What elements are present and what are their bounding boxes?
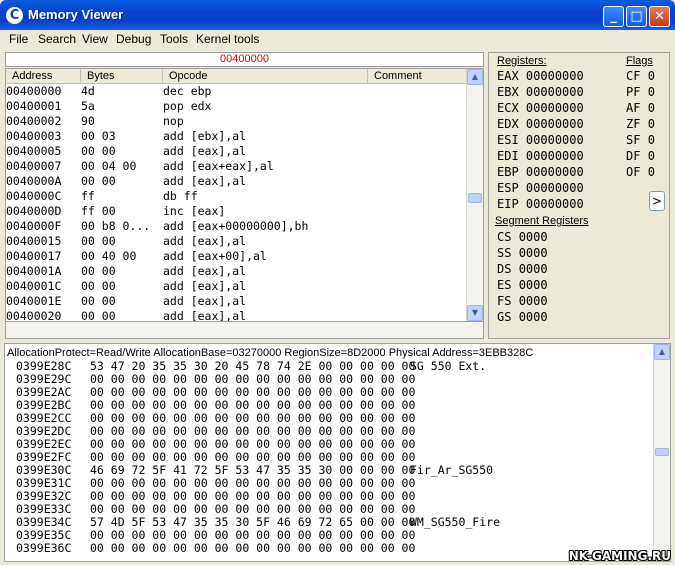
cheat-engine-icon: C bbox=[6, 7, 23, 24]
scroll-up-icon[interactable]: ▲ bbox=[467, 69, 483, 85]
segment-cs[interactable]: CS 0000 bbox=[497, 230, 548, 244]
table-row[interactable]: 0040001C 00 00 add [eax],al bbox=[6, 279, 468, 294]
menu-file[interactable]: File bbox=[9, 32, 28, 46]
flag-af[interactable]: AF 0 bbox=[626, 101, 655, 115]
register-eax[interactable]: EAX 00000000 bbox=[497, 69, 584, 83]
flag-sf[interactable]: SF 0 bbox=[626, 133, 655, 147]
flag-df[interactable]: DF 0 bbox=[626, 149, 655, 163]
segment-fs[interactable]: FS 0000 bbox=[497, 294, 548, 308]
table-row[interactable]: 0040000F 00 b8 0... add [eax+00000000],bh bbox=[6, 219, 468, 234]
table-row[interactable]: 00400007 00 04 00 add [eax+eax],al bbox=[6, 159, 468, 174]
segment-ds[interactable]: DS 0000 bbox=[497, 262, 548, 276]
scroll-thumb[interactable] bbox=[468, 193, 482, 203]
register-edi[interactable]: EDI 00000000 bbox=[497, 149, 584, 163]
flag-cf[interactable]: CF 0 bbox=[626, 69, 655, 83]
flag-zf[interactable]: ZF 0 bbox=[626, 117, 655, 131]
hex-scrollbar[interactable]: ▲ bbox=[653, 344, 670, 561]
scroll-down-icon[interactable]: ▼ bbox=[467, 305, 483, 321]
scroll-thumb[interactable] bbox=[655, 448, 669, 456]
registers-panel: Registers: Flags EAX 00000000 EBX 000000… bbox=[488, 52, 670, 339]
menu-tools[interactable]: Tools bbox=[160, 32, 188, 46]
table-row[interactable]: 0040001E 00 00 add [eax],al bbox=[6, 294, 468, 309]
table-row[interactable]: 0040001A 00 00 add [eax],al bbox=[6, 264, 468, 279]
flag-pf[interactable]: PF 0 bbox=[626, 85, 655, 99]
register-esp[interactable]: ESP 00000000 bbox=[497, 181, 584, 195]
menu-view[interactable]: View bbox=[82, 32, 108, 46]
hex-view[interactable]: AllocationProtect=Read/Write AllocationB… bbox=[4, 343, 671, 562]
title-bar[interactable]: C Memory Viewer _ □ ✕ bbox=[0, 0, 675, 30]
menu-search[interactable]: Search bbox=[38, 32, 76, 46]
watermark: NK-GAMING.RU bbox=[568, 549, 671, 563]
maximize-button[interactable]: □ bbox=[626, 6, 647, 27]
register-ecx[interactable]: ECX 00000000 bbox=[497, 101, 584, 115]
chevron-right-icon[interactable]: > bbox=[649, 191, 665, 211]
menu-kernel-tools[interactable]: Kernel tools bbox=[196, 32, 259, 46]
table-row[interactable]: 00400005 00 00 add [eax],al bbox=[6, 144, 468, 159]
disassembler-rows: 00400000 4d dec ebp 00400001 5a pop edx 0040… bbox=[6, 84, 468, 321]
table-row[interactable]: 00400002 90 nop bbox=[6, 114, 468, 129]
table-row[interactable]: 00400001 5a pop edx bbox=[6, 99, 468, 114]
table-row[interactable]: 00400003 00 03 add [ebx],al bbox=[6, 129, 468, 144]
flag-of[interactable]: OF 0 bbox=[626, 165, 655, 179]
table-row[interactable]: 0040000C ff db ff bbox=[6, 189, 468, 204]
register-ebx[interactable]: EBX 00000000 bbox=[497, 85, 584, 99]
table-row[interactable]: 0040000D ff 00 inc [eax] bbox=[6, 204, 468, 219]
region-info: AllocationProtect=Read/Write AllocationB… bbox=[7, 347, 534, 359]
table-row[interactable]: 00400015 00 00 add [eax],al bbox=[6, 234, 468, 249]
table-row[interactable]: 00400000 4d dec ebp bbox=[6, 84, 468, 99]
register-ebp[interactable]: EBP 00000000 bbox=[497, 165, 584, 179]
register-edx[interactable]: EDX 00000000 bbox=[497, 117, 584, 131]
table-row[interactable]: 0040000A 00 00 add [eax],al bbox=[6, 174, 468, 189]
table-row[interactable]: 00400020 00 00 add [eax],al bbox=[6, 309, 468, 321]
segment-es[interactable]: ES 0000 bbox=[497, 278, 548, 292]
menu-debug[interactable]: Debug bbox=[116, 32, 151, 46]
scroll-up-icon[interactable]: ▲ bbox=[654, 344, 670, 360]
current-address-bar[interactable]: 00400000 bbox=[5, 52, 484, 67]
register-eip[interactable]: EIP 00000000 bbox=[497, 197, 584, 211]
register-esi[interactable]: ESI 00000000 bbox=[497, 133, 584, 147]
segment-ss[interactable]: SS 0000 bbox=[497, 246, 548, 260]
flags-title: Flags bbox=[626, 55, 653, 67]
window-title: Memory Viewer bbox=[28, 7, 124, 22]
disassembler-scrollbar[interactable]: ▲ ▼ bbox=[466, 69, 483, 321]
segment-gs[interactable]: GS 0000 bbox=[497, 310, 548, 324]
disassembler-view[interactable]: Address Bytes Opcode Comment 00400000 4d d… bbox=[5, 68, 484, 322]
column-header-address[interactable]: Address bbox=[6, 69, 81, 84]
column-header-comment[interactable]: Comment bbox=[368, 69, 468, 84]
segment-registers-title: Segment Registers bbox=[495, 215, 589, 227]
menu-bar: File Search View Debug Tools Kernel tool… bbox=[0, 30, 675, 49]
column-header-opcode[interactable]: Opcode bbox=[163, 69, 368, 84]
column-header-bytes[interactable]: Bytes bbox=[81, 69, 163, 84]
minimize-button[interactable]: _ bbox=[603, 6, 624, 27]
close-button[interactable]: ✕ bbox=[649, 6, 670, 27]
table-row[interactable]: 00400017 00 40 00 add [eax+00],al bbox=[6, 249, 468, 264]
registers-title: Registers: bbox=[497, 55, 547, 67]
disassembler-horizontal-scrollbar[interactable] bbox=[5, 322, 484, 339]
